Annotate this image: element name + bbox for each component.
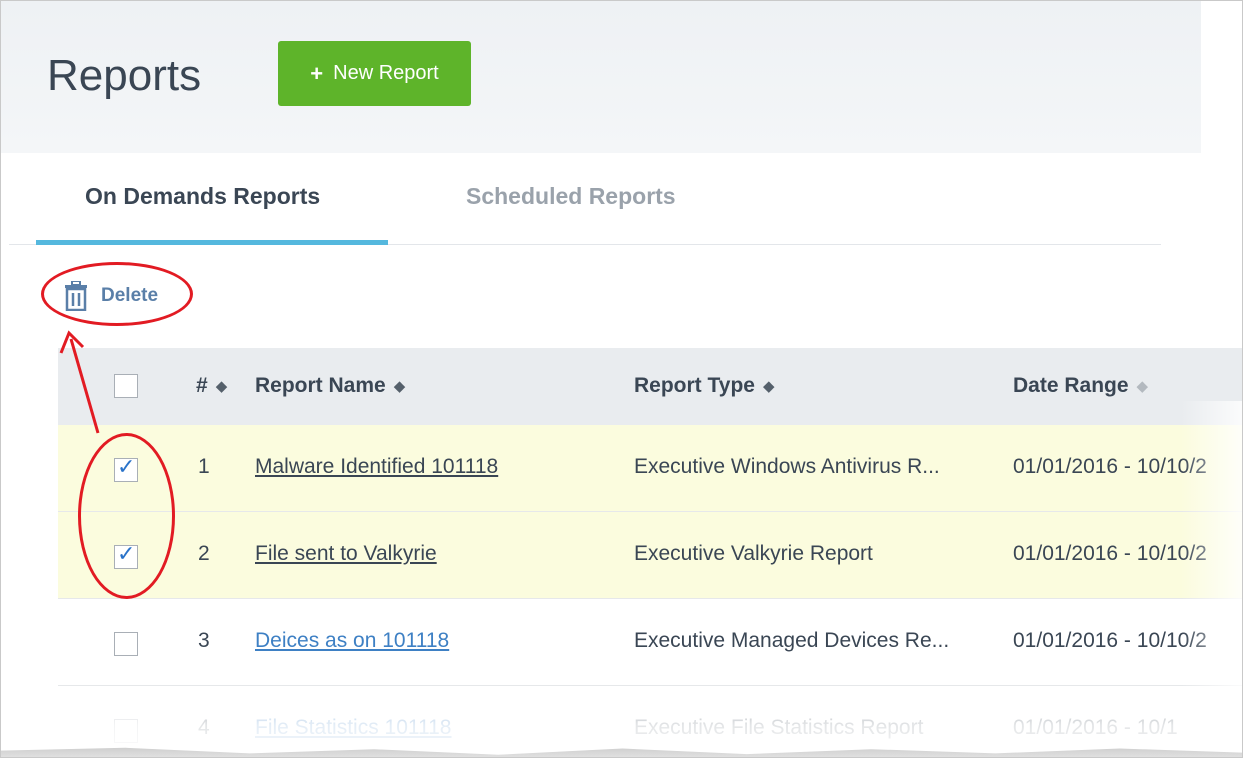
row-checkbox[interactable] <box>114 719 138 743</box>
date-range: 01/01/2016 - 10/10/2 <box>1013 542 1207 565</box>
select-all-checkbox[interactable] <box>114 374 138 398</box>
new-report-button[interactable]: + New Report <box>278 41 471 106</box>
report-type: Executive Managed Devices Re... <box>634 629 950 652</box>
page-header: Reports + New Report <box>1 1 1201 153</box>
annotation-oval-delete <box>41 262 193 326</box>
column-label: Report Type <box>634 374 755 397</box>
reports-screen: Reports + New Report On Demands Reports … <box>0 0 1243 758</box>
report-type: Executive File Statistics Report <box>634 716 924 739</box>
report-type: Executive Valkyrie Report <box>634 542 873 565</box>
active-tab-indicator <box>36 240 388 245</box>
table-row[interactable]: 4 File Statistics 101118 Executive File … <box>58 686 1242 757</box>
report-name-link[interactable]: Malware Identified 101118 <box>255 455 498 479</box>
date-range: 01/01/2016 - 10/10/2 <box>1013 629 1207 652</box>
plus-icon: + <box>310 60 324 86</box>
column-label: # <box>196 374 208 397</box>
report-name-link[interactable]: Deices as on 101118 <box>255 629 449 653</box>
column-header-number[interactable]: # ◆ <box>196 374 227 398</box>
column-header-report-name[interactable]: Report Name ◆ <box>255 374 405 398</box>
tab-scheduled-reports[interactable]: Scheduled Reports <box>466 183 676 210</box>
table-row[interactable]: 1 Malware Identified 101118 Executive Wi… <box>58 425 1242 512</box>
page-title: Reports <box>47 51 202 100</box>
report-type: Executive Windows Antivirus R... <box>634 455 940 478</box>
date-range: 01/01/2016 - 10/10/2 <box>1013 455 1207 478</box>
sort-icon: ◆ <box>393 378 406 395</box>
annotation-oval-checkboxes <box>78 433 175 599</box>
sort-icon: ◆ <box>762 378 775 395</box>
row-checkbox[interactable] <box>114 632 138 656</box>
row-number: 1 <box>198 455 210 478</box>
date-range: 01/01/2016 - 10/1 <box>1013 716 1178 739</box>
row-number: 2 <box>198 542 210 565</box>
table-header: # ◆ Report Name ◆ Report Type ◆ Date Ran… <box>58 348 1242 425</box>
table-row[interactable]: 3 Deices as on 101118 Executive Managed … <box>58 599 1242 686</box>
row-number: 3 <box>198 629 210 652</box>
column-label: Report Name <box>255 374 386 397</box>
column-header-date-range[interactable]: Date Range ◆ <box>1013 374 1148 398</box>
report-name-link[interactable]: File sent to Valkyrie <box>255 542 437 566</box>
new-report-label: New Report <box>333 62 439 84</box>
report-name-link[interactable]: File Statistics 101118 <box>255 716 452 740</box>
row-number: 4 <box>198 716 210 739</box>
report-tabs: On Demands Reports Scheduled Reports <box>9 153 1161 245</box>
column-label: Date Range <box>1013 374 1129 397</box>
tab-on-demand-reports[interactable]: On Demands Reports <box>85 183 320 210</box>
sort-icon: ◆ <box>1136 378 1149 395</box>
annotation-arrow-icon <box>59 330 100 434</box>
sort-icon: ◆ <box>215 378 228 395</box>
column-header-report-type[interactable]: Report Type ◆ <box>634 374 775 398</box>
table-row[interactable]: 2 File sent to Valkyrie Executive Valkyr… <box>58 512 1242 599</box>
